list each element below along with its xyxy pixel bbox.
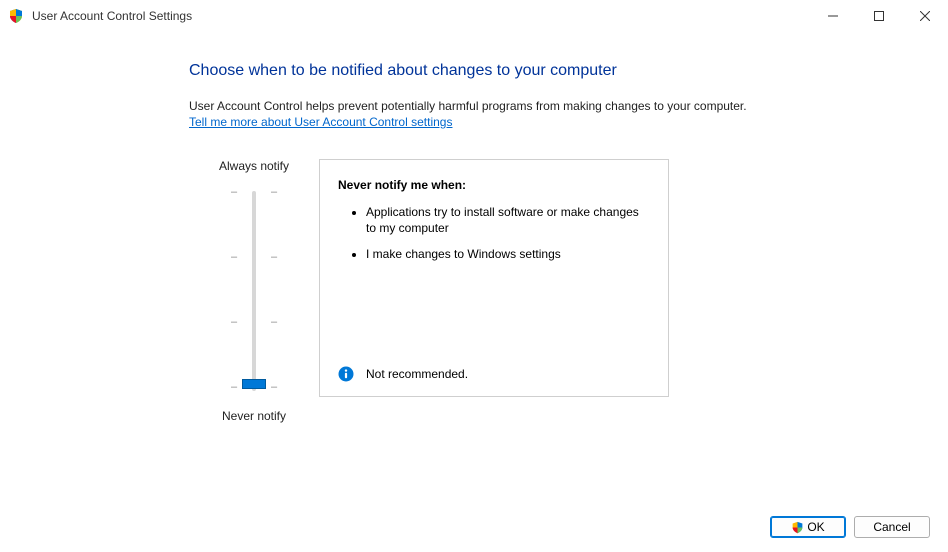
cancel-button-label: Cancel (873, 520, 910, 534)
slider-thumb[interactable] (242, 379, 266, 389)
uac-slider[interactable]: –– –– –– –– (252, 191, 256, 391)
slider-column: Always notify –– –– –– –– Never notify (189, 159, 319, 423)
window-title: User Account Control Settings (32, 9, 810, 23)
slider-track: –– –– –– –– (252, 191, 256, 391)
warning-text: Not recommended. (366, 367, 468, 381)
shield-icon (8, 8, 24, 24)
slider-tick: –– (230, 186, 278, 198)
cancel-button[interactable]: Cancel (854, 516, 930, 538)
close-button[interactable] (902, 0, 948, 32)
slider-bottom-label: Never notify (222, 409, 286, 423)
learn-more-link[interactable]: Tell me more about User Account Control … (189, 115, 452, 129)
dialog-buttons: OK Cancel (770, 516, 930, 538)
slider-top-label: Always notify (219, 159, 289, 173)
panel-bullet-list: Applications try to install software or … (338, 204, 650, 263)
main-panel: Choose when to be notified about changes… (189, 62, 908, 423)
slider-tick: –– (230, 316, 278, 328)
warning-row: Not recommended. (338, 366, 650, 382)
panel-title: Never notify me when: (338, 178, 650, 192)
page-description: User Account Control helps prevent poten… (189, 98, 908, 115)
content-row: Always notify –– –– –– –– Never notify N… (189, 159, 908, 423)
info-icon (338, 366, 354, 382)
maximize-button[interactable] (856, 0, 902, 32)
minimize-button[interactable] (810, 0, 856, 32)
slider-tick: –– (230, 251, 278, 263)
panel-bullet: Applications try to install software or … (366, 204, 650, 236)
window-controls (810, 0, 948, 32)
page-heading: Choose when to be notified about changes… (189, 62, 908, 80)
titlebar: User Account Control Settings (0, 0, 948, 32)
ok-button[interactable]: OK (770, 516, 846, 538)
panel-bullet: I make changes to Windows settings (366, 246, 650, 262)
level-description-panel: Never notify me when: Applications try t… (319, 159, 669, 397)
shield-icon (791, 521, 804, 534)
ok-button-label: OK (807, 520, 824, 534)
